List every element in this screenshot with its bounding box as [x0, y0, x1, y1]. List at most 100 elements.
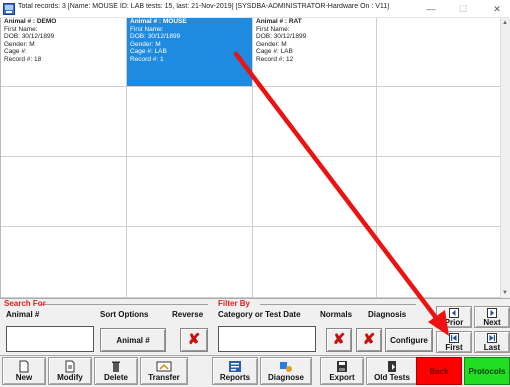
normals-toggle-icon[interactable]: ✘: [326, 328, 352, 352]
record-number: Record #: 18: [4, 55, 42, 63]
close-button[interactable]: ✕: [484, 0, 510, 18]
last-button[interactable]: Last: [474, 331, 510, 353]
new-label: New: [15, 373, 33, 382]
save-disk-icon: [337, 361, 347, 372]
scroll-down-icon[interactable]: ▼: [500, 288, 510, 298]
diagnosis-toggle-icon[interactable]: ✘: [356, 328, 382, 352]
old-tests-button[interactable]: Old Tests: [366, 357, 418, 385]
modify-label: Modify: [57, 373, 83, 382]
record-first-name: First Name:: [130, 25, 164, 33]
record-card[interactable]: Animal # : RAT First Name: DOB: 30/12/18…: [253, 18, 377, 87]
minimize-button[interactable]: —: [418, 0, 444, 18]
protocols-label: Protocols: [468, 367, 506, 376]
prior-button[interactable]: Prior: [436, 306, 472, 328]
first-button[interactable]: First: [436, 331, 472, 353]
new-document-icon: [19, 360, 29, 373]
search-group-border: [40, 304, 208, 305]
record-animal: Animal # : RAT: [256, 18, 302, 25]
diagnose-button[interactable]: Diagnose: [260, 357, 312, 385]
animal-search-input[interactable]: [6, 326, 94, 352]
window-title: Total records: 3 [Name: MOUSE ID: LAB te…: [18, 3, 390, 10]
category-label: Category or Test Date: [218, 310, 301, 319]
empty-cell[interactable]: [377, 227, 501, 298]
record-cage: Cage #: LAB: [256, 48, 293, 56]
record-first-name: First Name:: [4, 25, 38, 33]
record-gender: Gender: M: [256, 40, 287, 48]
diagnosis-label: Diagnosis: [368, 310, 407, 319]
transfer-button[interactable]: Transfer: [140, 357, 188, 385]
record-dob: DOB: 30/12/1899: [130, 33, 181, 41]
reports-icon: [229, 361, 241, 372]
last-icon: [487, 333, 497, 343]
search-legend: Search For: [4, 299, 46, 308]
animal-label: Animal #: [6, 310, 40, 319]
record-cage: Cage #:: [4, 48, 27, 56]
record-animal: Animal # : DEMO: [4, 18, 57, 25]
transfer-icon: [156, 361, 172, 372]
next-icon: [487, 308, 497, 318]
delete-label: Delete: [103, 373, 128, 382]
transfer-label: Transfer: [148, 373, 180, 382]
empty-cell[interactable]: [253, 157, 377, 227]
record-dob: DOB: 30/12/1899: [4, 33, 55, 41]
next-label: Next: [483, 318, 501, 327]
filter-group-border: [260, 304, 416, 305]
scroll-up-icon[interactable]: ▲: [500, 18, 510, 28]
sort-option-button[interactable]: Animal #: [100, 328, 166, 352]
category-filter-input[interactable]: [218, 326, 316, 352]
old-tests-label: Old Tests: [374, 373, 410, 382]
prior-label: Prior: [444, 318, 464, 327]
empty-cell[interactable]: [253, 87, 377, 157]
new-button[interactable]: New: [2, 357, 46, 385]
old-tests-icon: [388, 361, 396, 372]
reverse-label: Reverse: [172, 310, 204, 319]
modify-button[interactable]: Modify: [48, 357, 92, 385]
empty-cell[interactable]: [1, 227, 127, 298]
maximize-button[interactable]: ☐: [450, 0, 476, 18]
record-animal: Animal # : MOUSE: [130, 18, 187, 25]
trash-icon: [112, 361, 120, 372]
empty-cell[interactable]: [377, 157, 501, 227]
empty-cell[interactable]: [1, 157, 127, 227]
record-card-selected[interactable]: Animal # : MOUSE First Name: DOB: 30/12/…: [127, 18, 253, 87]
reports-button[interactable]: Reports: [212, 357, 258, 385]
record-card[interactable]: Animal # : DEMO First Name: DOB: 30/12/1…: [1, 18, 127, 87]
record-gender: Gender: M: [4, 40, 35, 48]
empty-cell[interactable]: [377, 18, 501, 87]
empty-cell[interactable]: [377, 87, 501, 157]
empty-cell[interactable]: [127, 227, 253, 298]
empty-cell[interactable]: [1, 87, 127, 157]
record-cage: Cage #: LAB: [130, 48, 167, 56]
first-icon: [449, 333, 459, 343]
record-grid: Animal # : DEMO First Name: DOB: 30/12/1…: [0, 18, 501, 298]
empty-cell[interactable]: [127, 157, 253, 227]
export-button[interactable]: Export: [320, 357, 364, 385]
record-number: Record #: 12: [256, 55, 294, 63]
last-label: Last: [483, 343, 501, 352]
record-number: Record #: 1: [130, 55, 164, 63]
record-first-name: First Name:: [256, 25, 290, 33]
delete-button[interactable]: Delete: [94, 357, 138, 385]
protocols-button[interactable]: Protocols: [464, 357, 510, 385]
filter-legend: Filter By: [218, 299, 251, 308]
back-label: Back: [429, 367, 449, 376]
prior-icon: [449, 308, 459, 318]
reports-label: Reports: [219, 373, 251, 382]
next-button[interactable]: Next: [474, 306, 510, 328]
normals-label: Normals: [320, 310, 353, 319]
first-label: First: [445, 343, 463, 352]
sort-options-label: Sort Options: [100, 310, 149, 319]
diagnose-icon: [280, 362, 292, 372]
configure-button[interactable]: Configure: [385, 328, 433, 352]
record-gender: Gender: M: [130, 40, 161, 48]
export-label: Export: [329, 373, 355, 382]
app-icon: [3, 3, 15, 15]
empty-cell[interactable]: [127, 87, 253, 157]
reverse-toggle-icon[interactable]: ✘: [180, 328, 208, 352]
back-button[interactable]: Back: [416, 357, 462, 385]
vertical-scrollbar[interactable]: [500, 18, 510, 298]
empty-cell[interactable]: [253, 227, 377, 298]
record-dob: DOB: 30/12/1899: [256, 33, 307, 41]
diagnose-label: Diagnose: [267, 373, 304, 382]
modify-document-icon: [65, 360, 75, 373]
